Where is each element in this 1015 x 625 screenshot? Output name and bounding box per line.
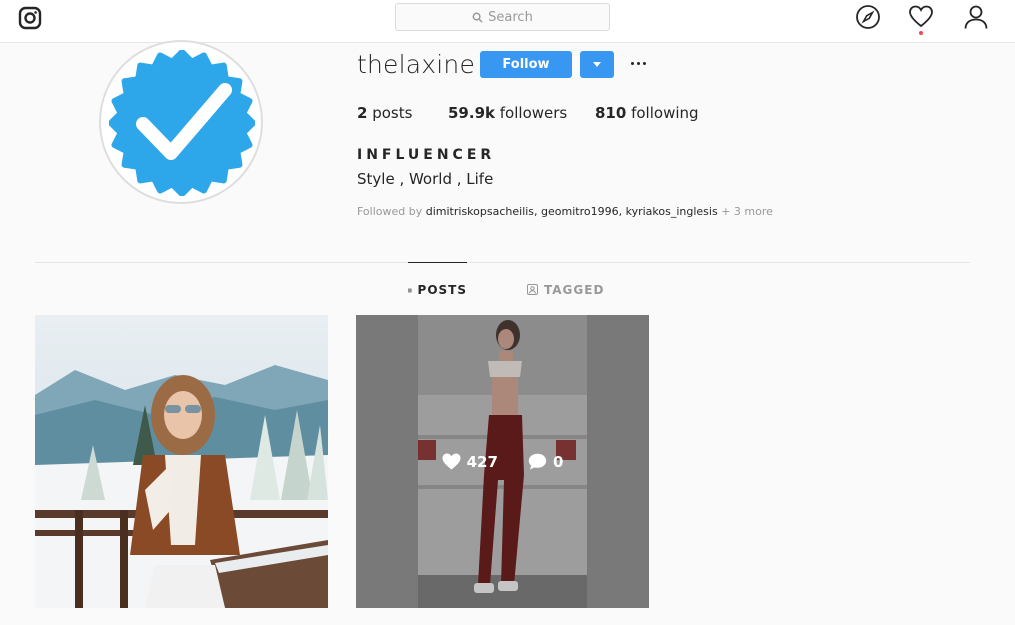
followed-by-prefix: Followed by <box>357 205 423 218</box>
chevron-down-icon <box>593 62 601 67</box>
grid-icon <box>408 288 412 292</box>
comments-value: 0 <box>552 452 564 471</box>
dot <box>642 61 646 65</box>
comment-filled-icon <box>528 453 547 470</box>
suggestions-dropdown-button[interactable] <box>580 51 614 78</box>
followed-by-names: dimitriskopsacheilis, geomitro1996, kyri… <box>425 205 718 218</box>
posts-count-label: posts <box>372 104 413 122</box>
followers-count-value: 59.9k <box>448 104 495 122</box>
search-placeholder: Search <box>488 9 533 25</box>
tab-posts[interactable]: POSTS <box>408 262 467 317</box>
notification-dot <box>919 31 923 35</box>
heart-icon[interactable] <box>908 4 934 30</box>
following-count-value: 810 <box>595 104 627 122</box>
verified-badge-icon <box>109 50 255 196</box>
profile-avatar[interactable] <box>99 40 263 204</box>
search-icon <box>472 12 483 23</box>
dot <box>636 61 640 65</box>
posts-count-value: 2 <box>357 104 368 122</box>
post-hover-overlay: 427 0 <box>356 315 649 608</box>
instagram-logo-icon[interactable] <box>18 6 42 30</box>
following-link[interactable]: 810 following <box>595 104 699 122</box>
followed-by-link[interactable]: Followed by dimitriskopsacheilis, geomit… <box>357 205 773 218</box>
profile-full-name: INFLUENCER <box>357 147 496 163</box>
compass-icon[interactable] <box>855 4 881 30</box>
profile-bio: Style , World , Life <box>357 170 494 188</box>
comments-count: 0 <box>528 453 563 471</box>
post-thumbnail-2[interactable]: 427 0 <box>356 315 649 608</box>
followed-by-more: + 3 more <box>721 205 773 218</box>
more-options-button[interactable] <box>628 53 648 73</box>
follow-button[interactable]: Follow <box>480 51 572 78</box>
section-divider <box>35 262 970 263</box>
user-icon[interactable] <box>963 4 989 30</box>
post-thumbnail-1[interactable] <box>35 315 328 608</box>
search-input[interactable]: Search <box>395 3 610 31</box>
heart-filled-icon <box>442 453 461 470</box>
likes-count: 427 <box>442 453 498 471</box>
tab-tagged-label: TAGGED <box>544 282 605 297</box>
likes-value: 427 <box>466 452 498 471</box>
top-navigation-bar: Search <box>0 0 1015 43</box>
posts-count: 2 posts <box>357 104 412 122</box>
post-image-snow-mountain <box>35 315 328 608</box>
dot <box>630 61 634 65</box>
followers-count-label: followers <box>499 104 568 122</box>
following-count-label: following <box>631 104 699 122</box>
followers-link[interactable]: 59.9k followers <box>448 104 567 122</box>
tab-tagged[interactable]: TAGGED <box>527 262 604 317</box>
tab-posts-label: POSTS <box>417 283 467 297</box>
tagged-user-icon <box>527 284 538 295</box>
profile-username: thelaxine <box>357 50 476 79</box>
